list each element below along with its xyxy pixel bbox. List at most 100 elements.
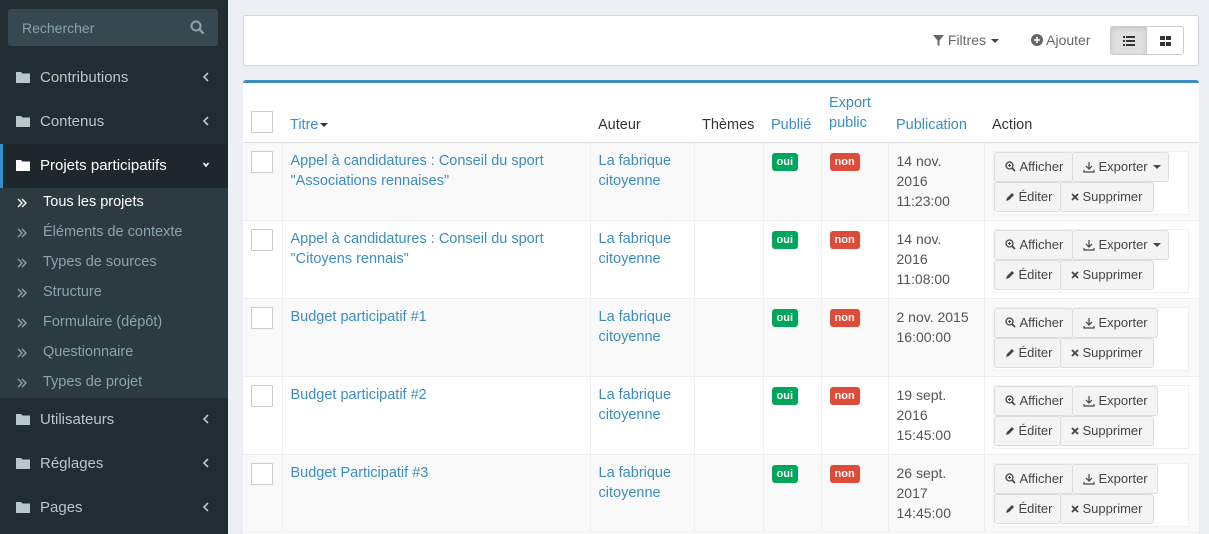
zoom-in-icon bbox=[1004, 317, 1016, 328]
search-input[interactable] bbox=[8, 9, 188, 46]
row-title-link[interactable]: Budget participatif #1 bbox=[291, 309, 427, 325]
export-button[interactable]: Exporter bbox=[1071, 463, 1158, 494]
row-themes-cell bbox=[693, 454, 763, 532]
times-icon bbox=[1070, 192, 1079, 201]
select-all-checkbox[interactable] bbox=[251, 110, 273, 133]
col-export[interactable]: Export public bbox=[821, 83, 888, 143]
sidebar-subitem-tous-les-projets[interactable]: Tous les projets bbox=[0, 188, 228, 218]
col-title[interactable]: Titre bbox=[282, 83, 590, 143]
row-author-link[interactable]: La fabrique citoyenne bbox=[599, 153, 672, 189]
row-date-cell: 19 sept. 2016 15:45:00 bbox=[887, 376, 984, 454]
sidebar-subitem-label: Types de sources bbox=[43, 254, 157, 270]
sidebar-subitem-formulaire[interactable]: Formulaire (dépôt) bbox=[0, 308, 228, 338]
view-button[interactable]: Afficher bbox=[993, 307, 1073, 338]
view-button[interactable]: Afficher bbox=[993, 229, 1073, 260]
row-title-link[interactable]: Budget participatif #2 bbox=[291, 387, 427, 403]
row-title-link[interactable]: Appel à candidatures : Conseil du sport "… bbox=[291, 153, 544, 189]
row-date-line1: 14 nov. bbox=[896, 230, 942, 247]
search-icon bbox=[190, 20, 205, 35]
sidebar-subitem-types-de-projet[interactable]: Types de projet bbox=[0, 368, 228, 398]
col-published[interactable]: Publié bbox=[763, 83, 821, 143]
row-action-cell: Afficher Exporter Éditer Supprimer bbox=[983, 376, 1199, 454]
filter-icon bbox=[933, 35, 944, 46]
col-themes: Thèmes bbox=[694, 83, 763, 143]
grid-view-button[interactable] bbox=[1147, 27, 1183, 54]
add-button[interactable]: Ajouter bbox=[1031, 32, 1090, 48]
col-export-line1: Export bbox=[829, 94, 871, 111]
delete-button[interactable]: Supprimer bbox=[1059, 337, 1154, 368]
row-date-line2: 2017 bbox=[896, 484, 928, 501]
row-select-cell bbox=[243, 142, 282, 220]
search-button[interactable] bbox=[190, 20, 206, 36]
row-author-cell: La fabrique citoyenne bbox=[589, 454, 694, 532]
sidebar-item-pages[interactable]: Pages bbox=[0, 486, 228, 530]
published-badge: oui bbox=[771, 152, 798, 171]
download-icon bbox=[1082, 239, 1095, 251]
edit-label: Éditer bbox=[1018, 422, 1053, 438]
row-author-cell: La fabrique citoyenne bbox=[589, 298, 694, 376]
row-title-cell: Budget participatif #1 bbox=[281, 298, 590, 376]
filters-dropdown[interactable]: Filtres bbox=[933, 32, 1000, 48]
row-checkbox[interactable] bbox=[251, 306, 273, 329]
row-author-line2: citoyenne bbox=[598, 484, 661, 501]
sidebar-subitem-label: Éléments de contexte bbox=[43, 224, 183, 240]
double-angle-right-icon bbox=[17, 318, 27, 328]
view-button[interactable]: Afficher bbox=[993, 151, 1073, 182]
export-badge: non bbox=[829, 308, 860, 327]
list-view-button[interactable] bbox=[1111, 27, 1148, 54]
export-label: Exporter bbox=[1098, 470, 1148, 486]
sidebar-subitem-questionnaire[interactable]: Questionnaire bbox=[0, 338, 228, 368]
row-checkbox[interactable] bbox=[251, 384, 273, 407]
delete-button[interactable]: Supprimer bbox=[1059, 415, 1154, 446]
sidebar-item-reglages[interactable]: Réglages bbox=[0, 442, 228, 486]
export-button[interactable]: Exporter bbox=[1071, 151, 1169, 182]
row-title-link[interactable]: Appel à candidatures : Conseil du sport "… bbox=[291, 231, 544, 267]
add-label: Ajouter bbox=[1046, 32, 1091, 48]
row-date-line2: 2016 bbox=[896, 172, 928, 189]
sidebar-subitem-types-de-sources[interactable]: Types de sources bbox=[0, 248, 228, 278]
row-date-cell: 14 nov. 2016 11:23:00 bbox=[887, 142, 984, 220]
export-button[interactable]: Exporter bbox=[1071, 229, 1169, 260]
export-button[interactable]: Exporter bbox=[1071, 307, 1158, 338]
delete-button[interactable]: Supprimer bbox=[1059, 181, 1154, 212]
row-checkbox[interactable] bbox=[251, 228, 273, 251]
delete-label: Supprimer bbox=[1082, 422, 1143, 438]
delete-button[interactable]: Supprimer bbox=[1059, 259, 1154, 290]
edit-button[interactable]: Éditer bbox=[993, 337, 1061, 368]
sidebar-item-utilisateurs[interactable]: Utilisateurs bbox=[0, 398, 228, 442]
row-author-link[interactable]: La fabrique citoyenne bbox=[599, 387, 672, 423]
edit-label: Éditer bbox=[1018, 188, 1053, 204]
delete-button[interactable]: Supprimer bbox=[1059, 493, 1154, 524]
edit-button[interactable]: Éditer bbox=[993, 181, 1061, 212]
sidebar-item-contributions[interactable]: Contributions bbox=[0, 56, 228, 100]
sidebar-item-projets-participatifs[interactable]: Projets participatifs bbox=[0, 144, 228, 188]
sidebar-subitem-elements-de-contexte[interactable]: Éléments de contexte bbox=[0, 218, 228, 248]
row-date-line3: 11:23:00 bbox=[896, 192, 950, 209]
row-author-line2: citoyenne bbox=[598, 172, 661, 189]
row-checkbox[interactable] bbox=[251, 462, 273, 485]
table-row: Appel à candidatures : Conseil du sport "… bbox=[243, 142, 1199, 220]
grid-icon bbox=[1159, 35, 1171, 46]
sidebar-item-contenus[interactable]: Contenus bbox=[0, 100, 228, 144]
download-icon bbox=[1082, 395, 1095, 407]
row-actions: Afficher Exporter Éditer Supprimer bbox=[992, 462, 1189, 527]
export-button[interactable]: Exporter bbox=[1071, 385, 1158, 416]
col-publication[interactable]: Publication bbox=[888, 83, 984, 143]
delete-label: Supprimer bbox=[1082, 344, 1143, 360]
row-author-link[interactable]: La fabrique citoyenne bbox=[599, 465, 672, 501]
export-badge: non bbox=[829, 386, 860, 405]
view-button[interactable]: Afficher bbox=[993, 385, 1073, 416]
sidebar-subitem-structure[interactable]: Structure bbox=[0, 278, 228, 308]
view-button[interactable]: Afficher bbox=[993, 463, 1073, 494]
row-author-line2: citoyenne bbox=[598, 250, 661, 267]
edit-button[interactable]: Éditer bbox=[993, 259, 1061, 290]
row-select-cell bbox=[243, 454, 282, 532]
table-row: Appel à candidatures : Conseil du sport "… bbox=[243, 220, 1199, 298]
row-author-link[interactable]: La fabrique citoyenne bbox=[599, 231, 672, 267]
delete-label: Supprimer bbox=[1082, 266, 1143, 282]
row-author-link[interactable]: La fabrique citoyenne bbox=[599, 309, 672, 345]
row-checkbox[interactable] bbox=[251, 150, 273, 173]
row-title-link[interactable]: Budget Participatif #3 bbox=[291, 465, 429, 481]
edit-button[interactable]: Éditer bbox=[993, 415, 1061, 446]
edit-button[interactable]: Éditer bbox=[993, 493, 1061, 524]
